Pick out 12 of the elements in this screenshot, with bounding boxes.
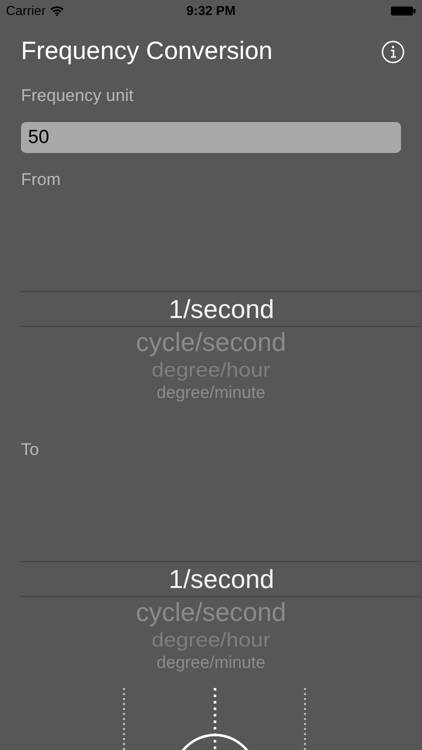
carrier-label: Carrier	[6, 2, 46, 20]
clock-time: 9:32 PM	[186, 2, 236, 20]
wifi-icon	[50, 6, 64, 16]
picker-selected-option[interactable]: 1/second	[21, 291, 422, 327]
picker-label: To	[21, 439, 40, 461]
battery-icon	[390, 6, 416, 16]
picker-selected-option[interactable]: 1/second	[21, 561, 422, 597]
screen-title: Frequency Conversion	[21, 36, 273, 68]
picker-label: From	[21, 169, 62, 191]
input-label: Frequency unit	[21, 85, 134, 107]
frequency-field[interactable]: 50	[21, 122, 401, 153]
info-icon[interactable]	[381, 40, 405, 64]
